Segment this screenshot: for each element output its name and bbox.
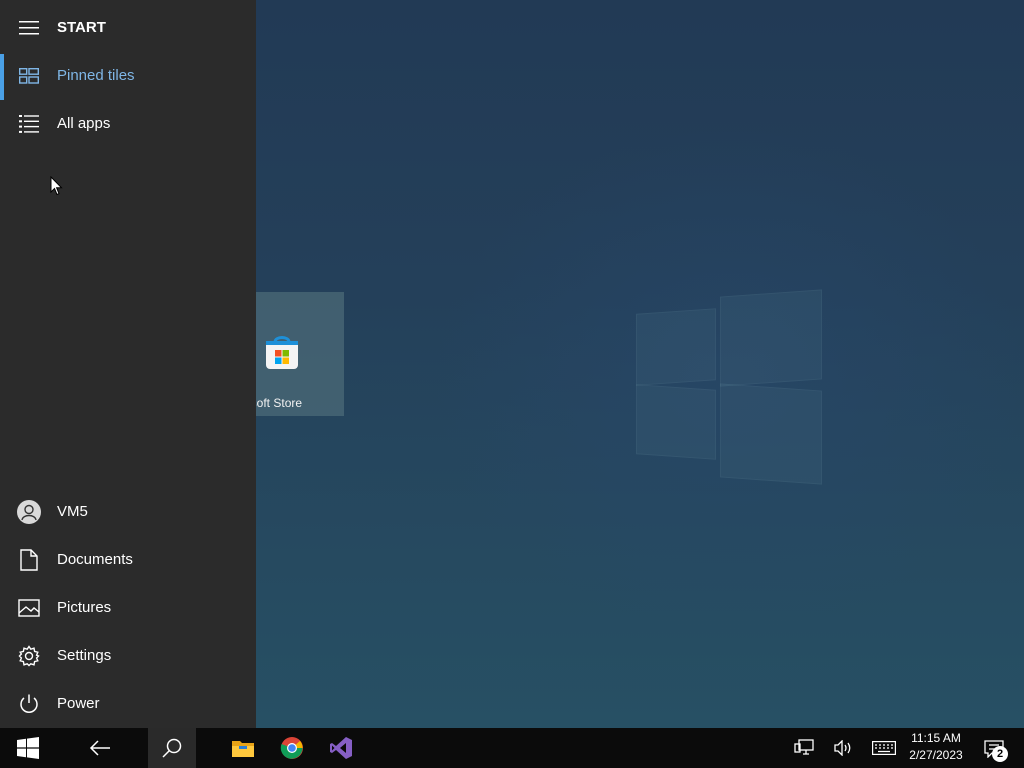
- nav-all-apps[interactable]: All apps: [0, 100, 256, 148]
- nav-pinned-tiles[interactable]: Pinned tiles: [0, 52, 256, 100]
- microsoft-store-icon: [266, 336, 298, 369]
- pictures-button[interactable]: Pictures: [0, 584, 256, 632]
- power-button[interactable]: Power: [0, 680, 256, 728]
- gear-icon: [17, 644, 41, 668]
- microsoft-store-label: osoft Store: [256, 396, 303, 410]
- nav-pinned-tiles-label: Pinned tiles: [57, 67, 135, 84]
- search-button[interactable]: [148, 728, 196, 768]
- pictures-label: Pictures: [57, 599, 112, 616]
- user-name: VM5: [57, 503, 88, 520]
- visual-studio-icon: [330, 737, 352, 759]
- clock-time: 11:15 AM: [911, 731, 961, 745]
- user-avatar-icon: [17, 500, 41, 524]
- settings-label: Settings: [57, 647, 112, 664]
- mouse-cursor-icon: [50, 176, 63, 196]
- nav-all-apps-label: All apps: [57, 115, 111, 132]
- power-label: Power: [57, 695, 100, 712]
- documents-button[interactable]: Documents: [0, 536, 256, 584]
- start-menu-pane: START Pinned tiles All apps VM5 Document…: [0, 0, 256, 728]
- microsoft-store-tile[interactable]: osoft Store: [256, 292, 344, 416]
- windows-logo-wallpaper: [636, 289, 824, 485]
- network-icon[interactable]: [793, 738, 815, 758]
- start-title: START: [57, 19, 106, 36]
- windows-start-icon: [17, 737, 39, 759]
- taskbar: 11:15 AM 2/27/2023 2: [0, 728, 1024, 768]
- document-icon: [17, 548, 41, 572]
- back-arrow-icon: [89, 740, 110, 756]
- pinned-tiles-icon: [17, 64, 41, 88]
- file-explorer-icon: [232, 741, 254, 757]
- all-apps-icon: [17, 112, 41, 136]
- power-icon: [17, 692, 41, 716]
- hamburger-menu-icon[interactable]: [17, 16, 41, 40]
- back-button[interactable]: [76, 728, 124, 768]
- chrome-button[interactable]: [268, 728, 316, 768]
- volume-icon[interactable]: [832, 738, 854, 758]
- notification-count-badge: 2: [992, 746, 1008, 762]
- search-icon: [162, 738, 182, 758]
- file-explorer-button[interactable]: [219, 728, 267, 768]
- documents-label: Documents: [57, 551, 133, 568]
- visual-studio-button[interactable]: [317, 728, 365, 768]
- chrome-icon: [280, 737, 303, 759]
- pictures-icon: [17, 596, 41, 620]
- start-button[interactable]: [4, 728, 52, 768]
- start-menu-header[interactable]: START: [0, 4, 256, 52]
- clock-date: 2/27/2023: [909, 748, 963, 762]
- settings-button[interactable]: Settings: [0, 632, 256, 680]
- user-account[interactable]: VM5: [0, 488, 256, 536]
- system-clock[interactable]: 11:15 AM 2/27/2023: [904, 730, 968, 764]
- touch-keyboard-icon[interactable]: [871, 738, 897, 758]
